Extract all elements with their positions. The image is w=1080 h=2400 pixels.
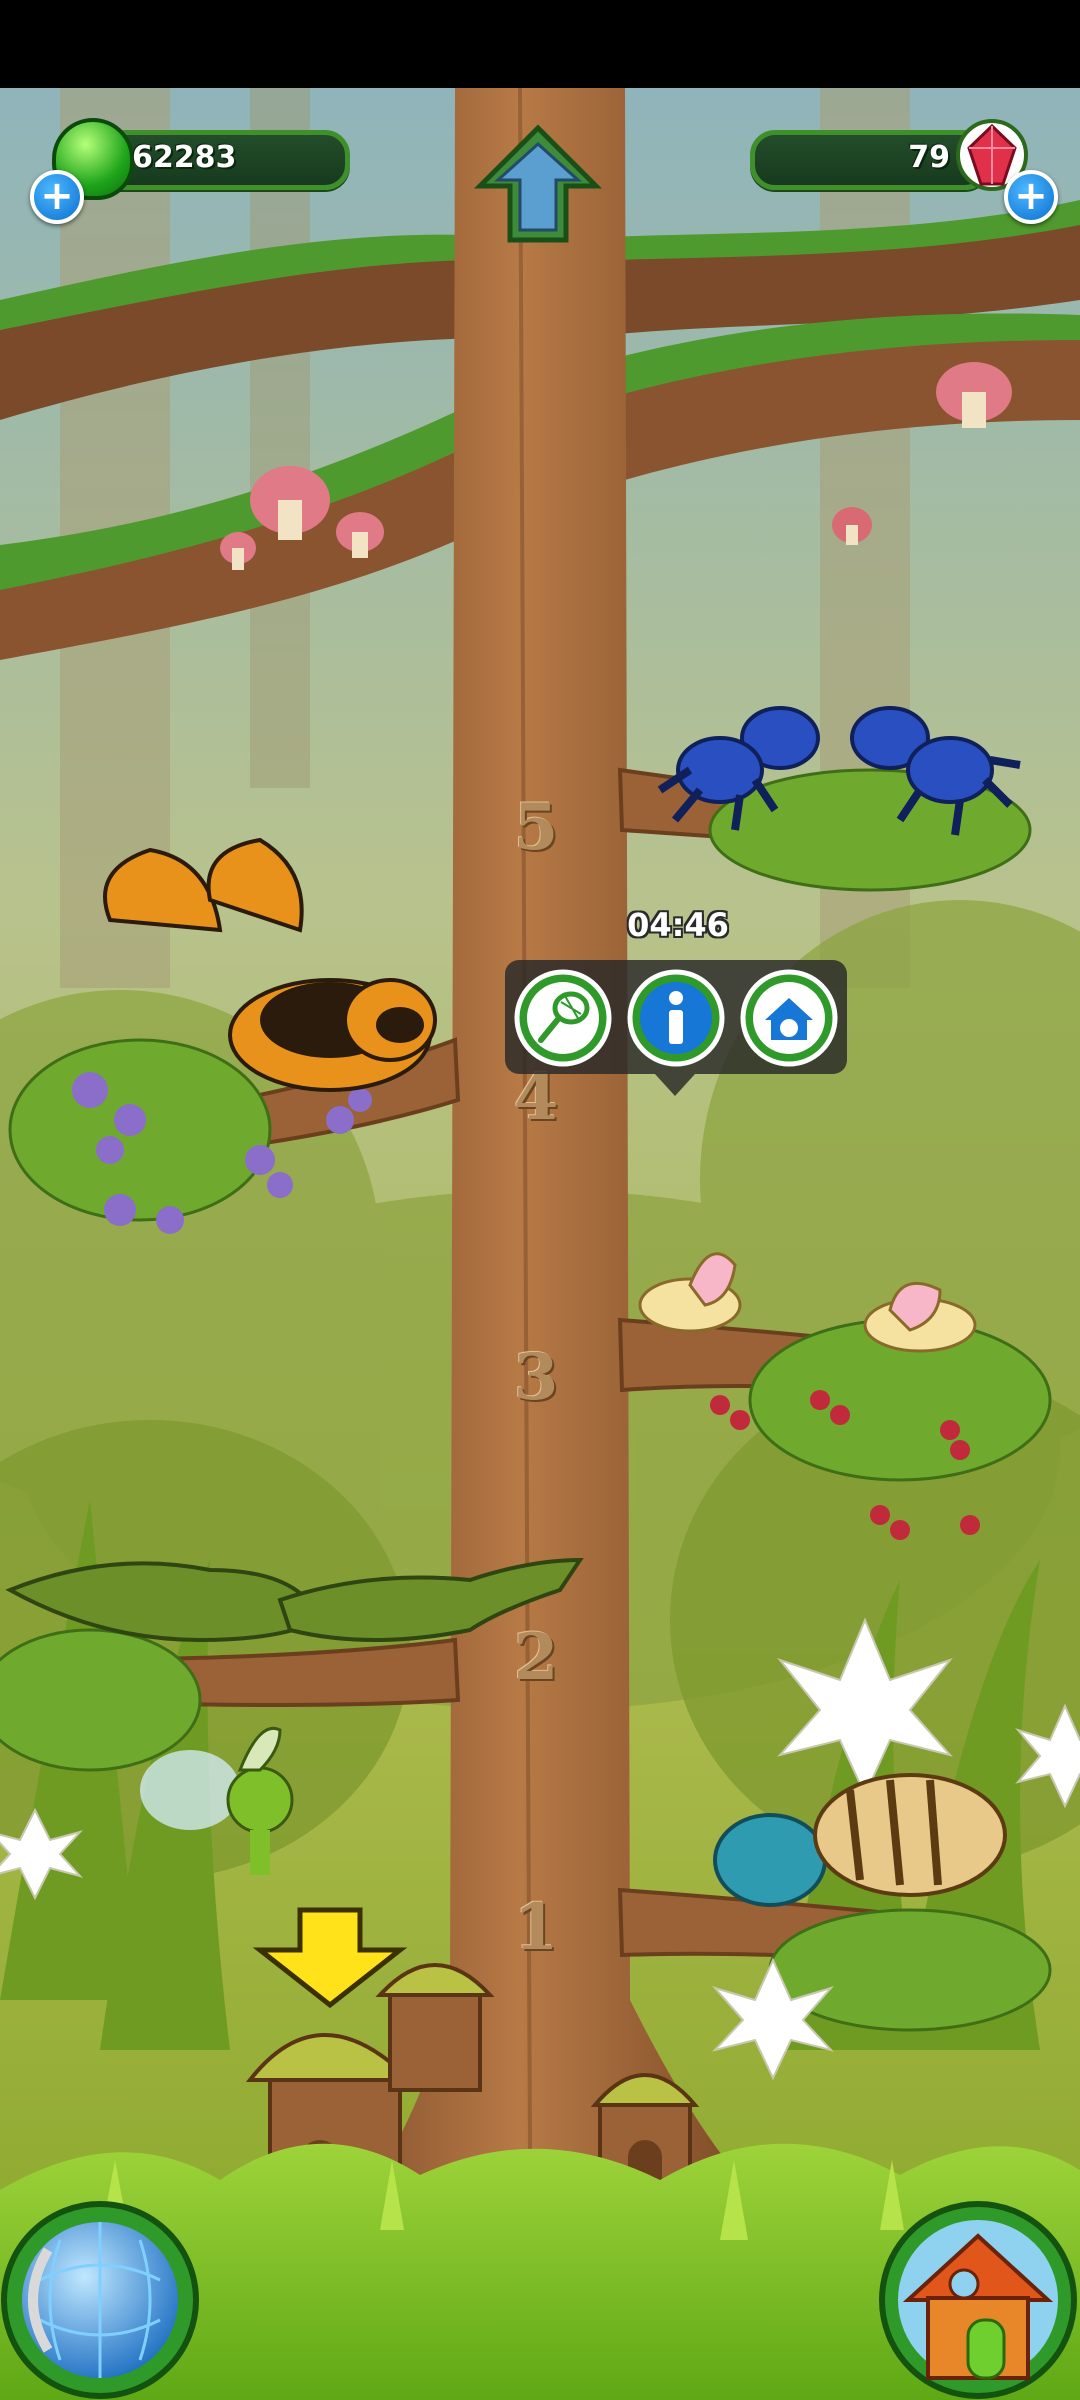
popup-pointer — [655, 1074, 695, 1096]
crystals-value: 79 — [908, 140, 950, 175]
home-house-button[interactable] — [878, 2200, 1078, 2400]
branch-number-3: 3 — [513, 1340, 559, 1415]
add-gems-plus-icon[interactable]: + — [30, 170, 84, 224]
frog-creature — [713, 1813, 827, 1907]
info-icon[interactable] — [626, 968, 726, 1068]
gems-value: 62283 — [132, 140, 237, 175]
globe-map-button[interactable] — [0, 2200, 200, 2400]
branch-number-1: 1 — [513, 1890, 559, 1965]
timer-text: 04:46 — [627, 906, 729, 944]
branch-number-2: 2 — [513, 1620, 559, 1695]
add-crystals-plus-icon[interactable]: + — [1004, 170, 1058, 224]
up-arrow-icon[interactable] — [470, 120, 606, 256]
status-bar — [0, 0, 1080, 88]
catch-net-icon[interactable] — [513, 968, 613, 1068]
house-icon[interactable] — [739, 968, 839, 1068]
branch-number-5: 5 — [513, 790, 559, 865]
striped-bunny-creature — [813, 1773, 1007, 1897]
